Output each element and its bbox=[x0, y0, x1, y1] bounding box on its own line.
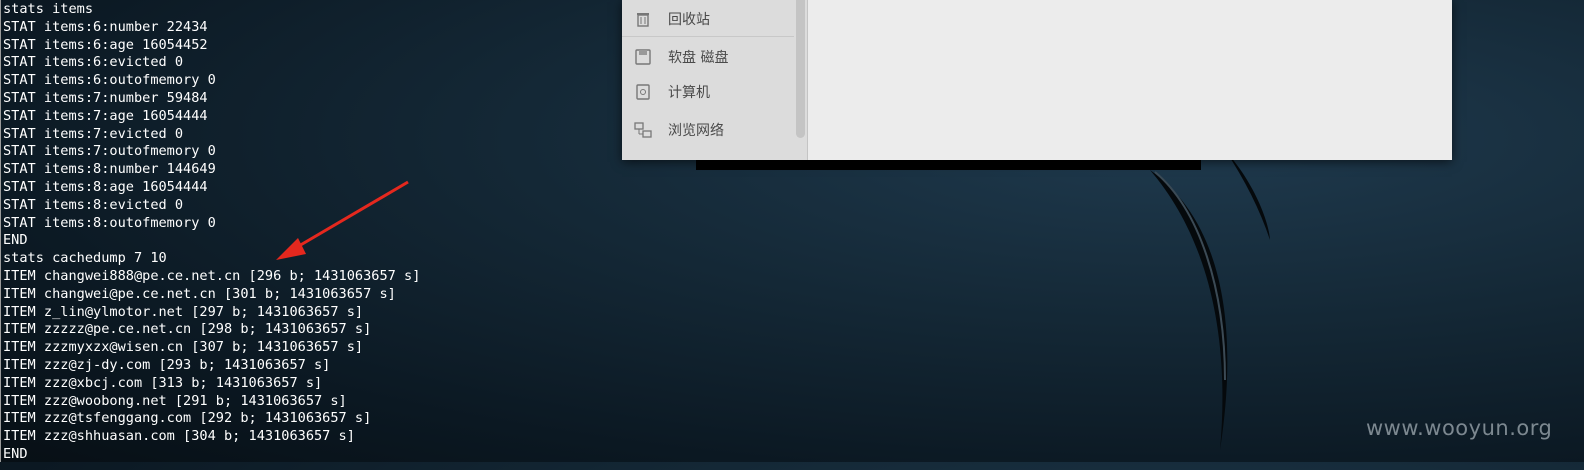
terminal-line: ITEM zzz@tsfenggang.com [292 b; 14310636… bbox=[3, 410, 372, 427]
terminal-line: STAT items:8:evicted 0 bbox=[3, 196, 184, 213]
file-manager-sidebar: 回收站 软盘 磁盘 计算机 浏览网络 bbox=[622, 0, 808, 160]
computer-icon bbox=[634, 83, 652, 101]
sidebar-item-label: 软盘 磁盘 bbox=[668, 50, 729, 66]
terminal-line: ITEM zzzzz@pe.ce.net.cn [298 b; 14310636… bbox=[3, 321, 372, 338]
sidebar-item-computer[interactable]: 计算机 bbox=[634, 80, 710, 104]
terminal-line: STAT items:7:number 59484 bbox=[3, 90, 208, 106]
terminal-line: STAT items:7:age 16054444 bbox=[3, 107, 208, 124]
network-icon bbox=[634, 121, 652, 139]
terminal-line: ITEM changwei@pe.ce.net.cn [301 b; 14310… bbox=[3, 285, 396, 302]
terminal-line: ITEM changwei888@pe.ce.net.cn [296 b; 14… bbox=[3, 268, 421, 284]
sidebar-divider bbox=[622, 36, 794, 37]
terminal-line: STAT items:7:outofmemory 0 bbox=[3, 143, 216, 160]
terminal-line: stats items bbox=[3, 1, 94, 17]
terminal-line: STAT items:6:outofmemory 0 bbox=[3, 72, 216, 89]
terminal-line: ITEM z_lin@ylmotor.net [297 b; 143106365… bbox=[3, 303, 364, 320]
terminal-line: stats cachedump 7 10 bbox=[3, 250, 167, 267]
terminal-line: END bbox=[3, 446, 28, 462]
sidebar-item-label: 浏览网络 bbox=[668, 123, 724, 139]
sidebar-item-network[interactable]: 浏览网络 bbox=[634, 118, 724, 142]
floppy-icon bbox=[634, 48, 652, 66]
terminal-line: STAT items:6:number 22434 bbox=[3, 18, 208, 35]
terminal-line: STAT items:6:evicted 0 bbox=[3, 54, 184, 71]
window-shadow-bar bbox=[696, 160, 1201, 170]
terminal-line: ITEM zzzmyxzx@wisen.cn [307 b; 143106365… bbox=[3, 339, 364, 356]
terminal-border bbox=[0, 0, 1, 462]
watermark-text: www.wooyun.org bbox=[1366, 416, 1553, 440]
terminal-line: STAT items:8:age 16054444 bbox=[3, 179, 208, 195]
terminal-line: END bbox=[3, 232, 28, 249]
terminal-line: ITEM zzz@shhuasan.com [304 b; 1431063657… bbox=[3, 428, 355, 445]
terminal-line: ITEM zzz@zj-dy.com [293 b; 1431063657 s] bbox=[3, 357, 331, 373]
file-manager-content bbox=[808, 0, 1452, 160]
sidebar-item-label: 回收站 bbox=[668, 12, 710, 28]
sidebar-scrollbar[interactable] bbox=[796, 0, 805, 138]
terminal-line: ITEM zzz@xbcj.com [313 b; 1431063657 s] bbox=[3, 374, 323, 391]
annotation-arrow bbox=[276, 180, 409, 260]
file-manager-window: 回收站 软盘 磁盘 计算机 浏览网络 bbox=[622, 0, 1452, 160]
terminal-line: STAT items:6:age 16054452 bbox=[3, 36, 208, 53]
trash-icon bbox=[634, 10, 652, 28]
sidebar-item-floppy[interactable]: 软盘 磁盘 bbox=[634, 45, 728, 69]
terminal-line: ITEM zzz@woobong.net [291 b; 1431063657 … bbox=[3, 392, 347, 409]
terminal-line: STAT items:8:outofmemory 0 bbox=[3, 214, 216, 231]
terminal-line: STAT items:7:evicted 0 bbox=[3, 125, 184, 142]
sidebar-item-label: 计算机 bbox=[668, 85, 710, 101]
terminal-line: STAT items:8:number 144649 bbox=[3, 161, 216, 178]
sidebar-item-trash[interactable]: 回收站 bbox=[634, 7, 710, 31]
desktop-wallpaper-swoosh bbox=[1150, 150, 1270, 450]
